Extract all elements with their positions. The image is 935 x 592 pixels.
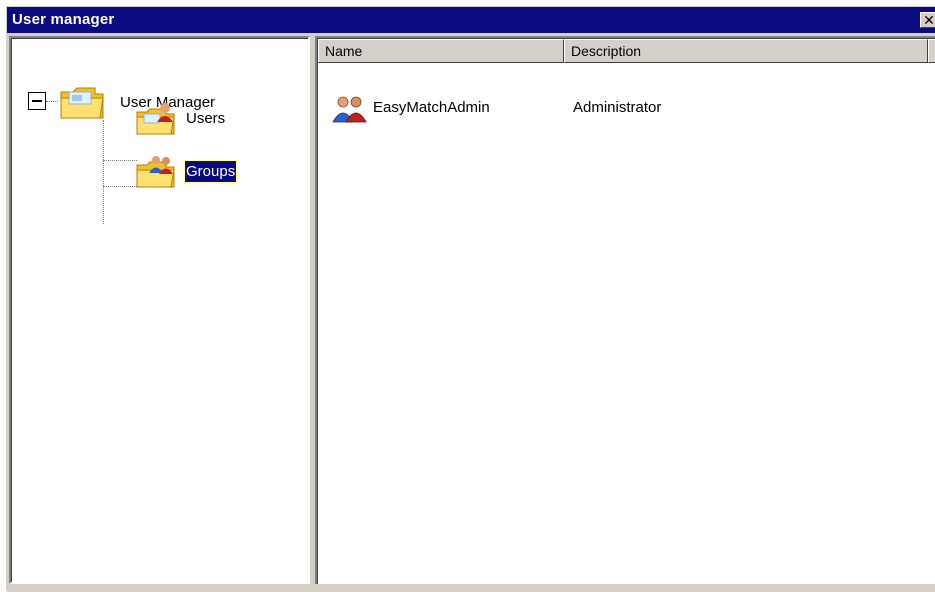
column-header-description[interactable]: Description [564, 39, 928, 63]
column-header-filler [928, 39, 935, 63]
collapse-toggle[interactable] [28, 92, 46, 110]
tree-item-users[interactable]: Users [135, 98, 226, 138]
column-header-name[interactable]: Name [318, 39, 564, 63]
list-view[interactable]: Name Description EasyMatchAdmin Administ… [315, 36, 935, 584]
tree-connector [103, 120, 104, 224]
tree-label-groups: Groups [183, 159, 238, 183]
close-button[interactable]: ✕ [920, 12, 935, 28]
group-icon [332, 96, 367, 123]
list-header: Name Description [318, 39, 935, 63]
folder-icon [60, 87, 104, 119]
row-name: EasyMatchAdmin [373, 99, 490, 116]
tree-connector [103, 186, 137, 187]
close-icon: ✕ [923, 12, 935, 28]
title-bar[interactable]: User manager ✕ [7, 7, 935, 33]
tree-view[interactable]: User Manager Users Groups [9, 36, 310, 584]
window-title: User manager [12, 11, 115, 28]
user-manager-window: User manager ✕ User Manager Users Groups… [6, 6, 935, 592]
list-row[interactable]: EasyMatchAdmin Administrator [321, 92, 921, 126]
tree-item-groups[interactable]: Groups [135, 151, 238, 191]
tree-label-users: Users [186, 109, 226, 127]
folder-group-icon [136, 156, 175, 188]
folder-user-icon [136, 103, 175, 135]
tree-connector [103, 160, 137, 161]
row-description: Administrator [573, 99, 662, 116]
